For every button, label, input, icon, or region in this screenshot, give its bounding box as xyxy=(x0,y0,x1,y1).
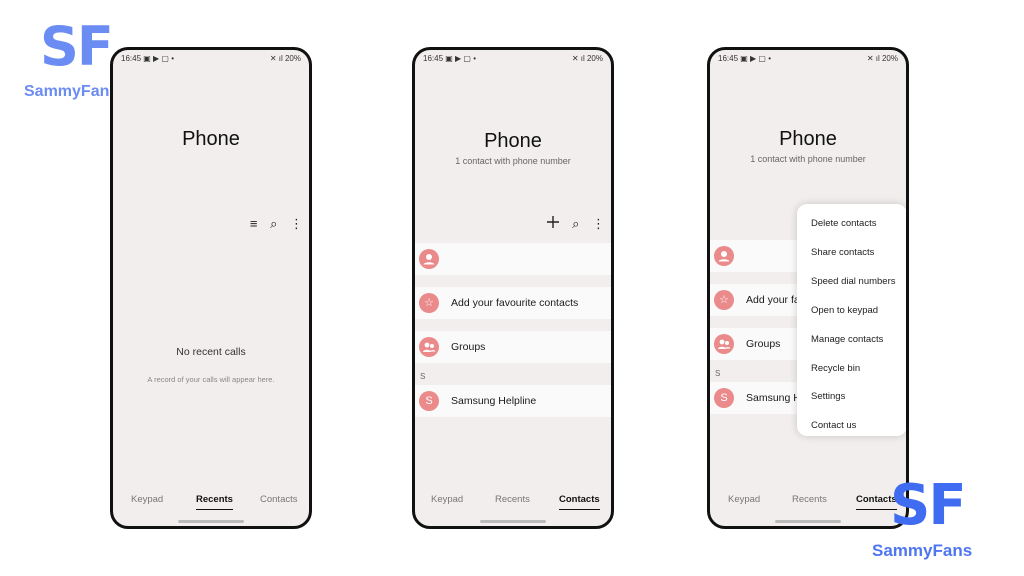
menu-item-recycle-bin[interactable]: Recycle bin xyxy=(811,363,860,374)
tab-contacts[interactable]: Contacts xyxy=(260,494,298,505)
home-indicator xyxy=(480,520,546,523)
contact-avatar: S xyxy=(419,391,439,411)
notification-icons: ▣ ▶ ▢ • xyxy=(740,54,772,63)
menu-item-manage-contacts[interactable]: Manage contacts xyxy=(811,334,883,345)
logo-mark: SF xyxy=(890,473,967,538)
tab-keypad[interactable]: Keypad xyxy=(431,494,463,505)
favourites-label: Add your favourite contacts xyxy=(451,297,579,309)
bottom-nav: Keypad Recents Contacts xyxy=(415,494,611,510)
battery-level: 20% xyxy=(586,54,603,63)
phone-screen-recents: 16:45 ▣ ▶ ▢ • ✕ ıl 20% Phone ≡ ⌕ ⋮ No re… xyxy=(110,47,312,529)
logo-mark: SF xyxy=(40,15,114,78)
toolbar: ⌕ ⋮ xyxy=(538,216,605,232)
home-indicator xyxy=(178,520,244,523)
contact-name: Samsung H xyxy=(746,392,801,404)
star-icon: ☆ xyxy=(714,290,734,310)
logo-wordmark: SammyFans xyxy=(24,83,119,100)
toolbar: ≡ ⌕ ⋮ xyxy=(241,216,303,232)
empty-state-subtitle: A record of your calls will appear here. xyxy=(147,375,275,384)
menu-item-open-keypad[interactable]: Open to keypad xyxy=(811,305,878,316)
empty-state-title: No recent calls xyxy=(176,346,246,358)
signal-icons: ✕ ıl xyxy=(866,54,880,63)
phone-screen-contacts-menu: 16:45 ▣ ▶ ▢ • ✕ ıl 20% Phone 1 contact w… xyxy=(707,47,909,529)
tab-recents[interactable]: Recents xyxy=(495,494,530,505)
more-options-icon[interactable]: ⋮ xyxy=(290,216,303,232)
menu-item-delete-contacts[interactable]: Delete contacts xyxy=(811,218,876,229)
tab-keypad[interactable]: Keypad xyxy=(131,494,163,505)
groups-icon xyxy=(419,337,439,357)
page-title: Phone xyxy=(182,128,240,150)
status-bar: 16:45 ▣ ▶ ▢ • ✕ ıl 20% xyxy=(121,54,301,64)
status-time: 16:45 xyxy=(121,54,142,63)
menu-item-share-contacts[interactable]: Share contacts xyxy=(811,247,874,258)
person-icon xyxy=(419,249,439,269)
groups-label: Groups xyxy=(746,338,781,350)
status-time: 16:45 xyxy=(423,54,444,63)
page-title: Phone xyxy=(484,130,542,152)
more-options-icon[interactable]: ⋮ xyxy=(592,216,605,232)
person-icon xyxy=(714,246,734,266)
sammyfans-logo-bottom-right: SF SammyFans xyxy=(872,473,973,560)
tab-recents[interactable]: Recents xyxy=(196,494,233,510)
tab-contacts[interactable]: Contacts xyxy=(559,494,600,510)
signal-icons: ✕ ıl xyxy=(571,54,585,63)
contact-row[interactable]: S Samsung Helpline xyxy=(415,385,611,417)
status-bar: 16:45 ▣ ▶ ▢ • ✕ ıl 20% xyxy=(718,54,898,64)
contact-name: Samsung Helpline xyxy=(451,395,537,407)
groups-row[interactable]: Groups xyxy=(415,331,611,363)
page-subtitle: 1 contact with phone number xyxy=(455,156,571,166)
bottom-nav: Keypad Recents Contacts xyxy=(113,494,309,510)
menu-item-settings[interactable]: Settings xyxy=(811,391,845,402)
star-icon: ☆ xyxy=(419,293,439,313)
my-profile-row[interactable] xyxy=(415,243,611,275)
add-contact-icon[interactable] xyxy=(547,216,560,231)
page-title: Phone xyxy=(779,128,837,150)
groups-label: Groups xyxy=(451,341,486,353)
signal-icons: ✕ ıl xyxy=(269,54,283,63)
notification-icons: ▣ ▶ ▢ • xyxy=(445,54,477,63)
logo-wordmark: SammyFans xyxy=(872,541,973,560)
tab-keypad[interactable]: Keypad xyxy=(728,494,760,505)
filter-icon[interactable]: ≡ xyxy=(250,216,258,231)
section-index-letter: S xyxy=(715,369,721,378)
menu-item-contact-us[interactable]: Contact us xyxy=(811,420,856,431)
section-index-letter: S xyxy=(420,372,426,381)
tab-recents[interactable]: Recents xyxy=(792,494,827,505)
search-icon[interactable]: ⌕ xyxy=(270,216,277,232)
favourites-row[interactable]: ☆ Add your favourite contacts xyxy=(415,287,611,319)
status-time: 16:45 xyxy=(718,54,739,63)
search-icon[interactable]: ⌕ xyxy=(572,216,579,232)
home-indicator xyxy=(775,520,841,523)
menu-item-speed-dial[interactable]: Speed dial numbers xyxy=(811,276,896,287)
phone-screen-contacts: 16:45 ▣ ▶ ▢ • ✕ ıl 20% Phone 1 contact w… xyxy=(412,47,614,529)
sammyfans-logo-top-left: SF SammyFans xyxy=(24,20,118,100)
contact-avatar: S xyxy=(714,388,734,408)
battery-level: 20% xyxy=(881,54,898,63)
battery-level: 20% xyxy=(284,54,301,63)
page-subtitle: 1 contact with phone number xyxy=(750,154,866,164)
groups-icon xyxy=(714,334,734,354)
notification-icons: ▣ ▶ ▢ • xyxy=(143,54,175,63)
favourites-label: Add your fa xyxy=(746,294,800,306)
status-bar: 16:45 ▣ ▶ ▢ • ✕ ıl 20% xyxy=(423,54,603,64)
overflow-menu: Delete contacts Share contacts Speed dia… xyxy=(797,204,906,436)
